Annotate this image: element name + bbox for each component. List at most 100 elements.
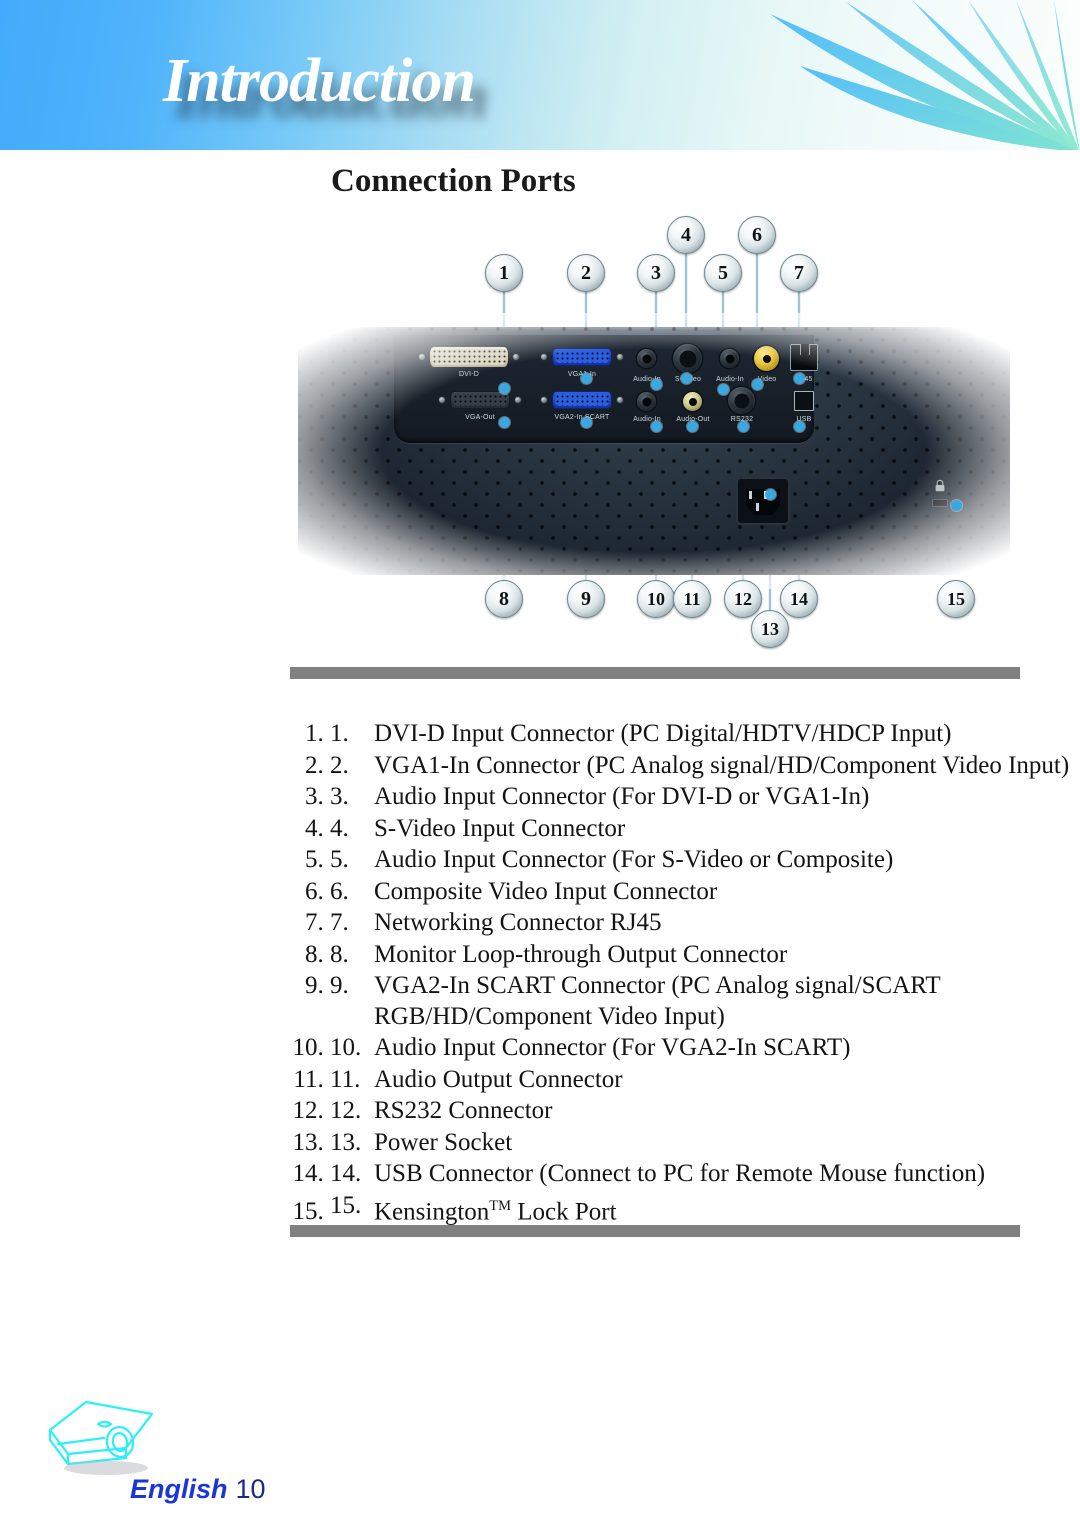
list-item: 14. USB Connector (Connect to PC for Remo… [330, 1159, 1070, 1190]
callout-7[interactable]: 7 [780, 254, 818, 292]
list-item-text: Audio Input Connector (For S-Video or Co… [374, 846, 894, 873]
list-item-text: Power Socket [374, 1128, 513, 1156]
port-rs232 [728, 387, 755, 414]
projector-icon [48, 1400, 154, 1475]
screw-icon [540, 396, 548, 404]
leader-dot-9 [581, 417, 592, 428]
leader-dot-6 [752, 379, 763, 390]
screw-icon [512, 353, 520, 361]
screw-icon [418, 353, 426, 361]
padlock-icon [935, 479, 945, 492]
chapter-title: Introduction Introduction [163, 46, 723, 136]
callout-1[interactable]: 1 [485, 254, 523, 292]
list-item-number: 10. [330, 1034, 362, 1061]
screw-icon [616, 353, 624, 361]
list-item-text: Audio Input Connector (For DVI-D or VGA1… [374, 783, 870, 810]
callout-10[interactable]: 10 [637, 580, 675, 618]
leader-dot-14 [794, 421, 805, 432]
port-rj45 [790, 344, 818, 371]
list-item-text: Networking Connector RJ45 [374, 909, 662, 936]
list-item-text: Composite Video Input Connector [374, 877, 718, 905]
leader-dot-13 [765, 489, 776, 500]
leader-dot-12 [738, 421, 749, 432]
list-item: 11. Audio Output Connector [330, 1065, 1070, 1096]
leader-dot-4 [681, 373, 692, 384]
list-item-text: VGA1-In Connector (PC Analog signal/HD/C… [374, 751, 1070, 779]
list-item-number: 14. [330, 1160, 362, 1187]
port-dvi-d [430, 347, 508, 367]
page-header: Introduction Introduction [0, 0, 1080, 150]
projector-rear-photo: DVI-D VGA1-In Audio-In S-Video [284, 313, 1024, 589]
port-audio-in-bottom [637, 392, 656, 411]
list-item: 6. Composite Video Input Connector [330, 877, 1070, 908]
list-item-text: USB Connector (Connect to PC for Remote … [374, 1160, 986, 1187]
list-item-number: 3. [330, 783, 349, 810]
list-item-number: 15. [330, 1191, 362, 1219]
callout-15[interactable]: 15 [937, 580, 975, 618]
list-item-number: 8. [330, 940, 349, 968]
port-vga-out [450, 391, 510, 409]
port-composite-video [754, 346, 779, 371]
callout-6[interactable]: 6 [738, 216, 776, 254]
port-audio-out [683, 392, 702, 411]
list-item: 13. Power Socket [330, 1128, 1070, 1159]
callout-13[interactable]: 13 [751, 610, 789, 648]
callout-4[interactable]: 4 [667, 216, 705, 254]
screw-icon [514, 396, 522, 404]
kensington-lock-slot [932, 499, 948, 507]
page-footer: English 10 [0, 1380, 1080, 1532]
port-vga1-in [552, 348, 612, 366]
list-item: 8. Monitor Loop-through Output Connector [330, 940, 1070, 971]
list-item-text: Audio Output Connector [374, 1065, 623, 1093]
callout-8[interactable]: 8 [485, 580, 523, 618]
port-usb [794, 391, 814, 411]
list-item-number: 6. [330, 877, 349, 905]
chapter-title-text: Introduction [163, 47, 476, 115]
projector-body: DVI-D VGA1-In Audio-In S-Video [298, 327, 1010, 575]
screw-icon [438, 396, 446, 404]
list-item: 3. Audio Input Connector (For DVI-D or VG… [330, 782, 1070, 813]
divider-top [290, 667, 1020, 679]
io-panel: DVI-D VGA1-In Audio-In S-Video [394, 335, 818, 443]
callout-12[interactable]: 12 [724, 580, 762, 618]
list-item-number: 12. [330, 1097, 362, 1124]
leader-dot-3 [651, 379, 662, 390]
leader-dot-8 [499, 417, 510, 428]
port-audio-in-top-2 [720, 349, 739, 368]
page-title: Connection Ports [331, 163, 576, 199]
callout-9[interactable]: 9 [567, 580, 605, 618]
leader-dot-15 [951, 500, 962, 511]
port-label-dvi-d: DVI-D [458, 371, 480, 378]
leader-dot-2 [581, 373, 592, 384]
list-item: 5. Audio Input Connector (For S-Video or … [330, 845, 1070, 876]
list-item-number: 9. [330, 972, 349, 999]
leader-dot-5 [718, 384, 729, 395]
leader-dot-10 [651, 421, 662, 432]
list-item-text: VGA2-In SCART Connector (PC Analog signa… [374, 972, 941, 1030]
connection-ports-diagram: 1 2 3 4 5 6 7 8 9 10 11 12 13 14 15 DVI-… [280, 212, 1024, 652]
callout-11[interactable]: 11 [673, 580, 711, 618]
callout-3[interactable]: 3 [637, 254, 675, 292]
footer-label: English 10 [130, 1474, 266, 1505]
footer-page-number: 10 [235, 1474, 266, 1504]
port-label-vga-out: VGA-Out [465, 414, 495, 421]
list-item-number: 11. [330, 1065, 361, 1093]
list-item-number: 13. [330, 1128, 362, 1156]
callout-2[interactable]: 2 [567, 254, 605, 292]
port-s-video [673, 344, 702, 373]
list-item-text: RS232 Connector [374, 1097, 553, 1124]
list-item-number: 5. [330, 846, 349, 873]
list-item-number: 2. [330, 751, 349, 779]
leader-dot-1 [499, 383, 510, 394]
list-item-text: Audio Input Connector (For VGA2-In SCART… [374, 1034, 851, 1061]
screw-icon [616, 396, 624, 404]
callout-5[interactable]: 5 [704, 254, 742, 292]
list-item-text: KensingtonTM Lock Port [374, 1197, 617, 1225]
connector-list: 1. DVI-D Input Connector (PC Digital/HDTV… [290, 719, 1070, 1228]
port-label-audio-in-top-2: Audio-In [716, 376, 744, 383]
footer-language: English [130, 1474, 228, 1504]
screw-icon [540, 353, 548, 361]
power-socket [736, 477, 790, 525]
callout-14[interactable]: 14 [780, 580, 818, 618]
list-item: 15. KensingtonTM Lock Port [330, 1191, 1070, 1228]
